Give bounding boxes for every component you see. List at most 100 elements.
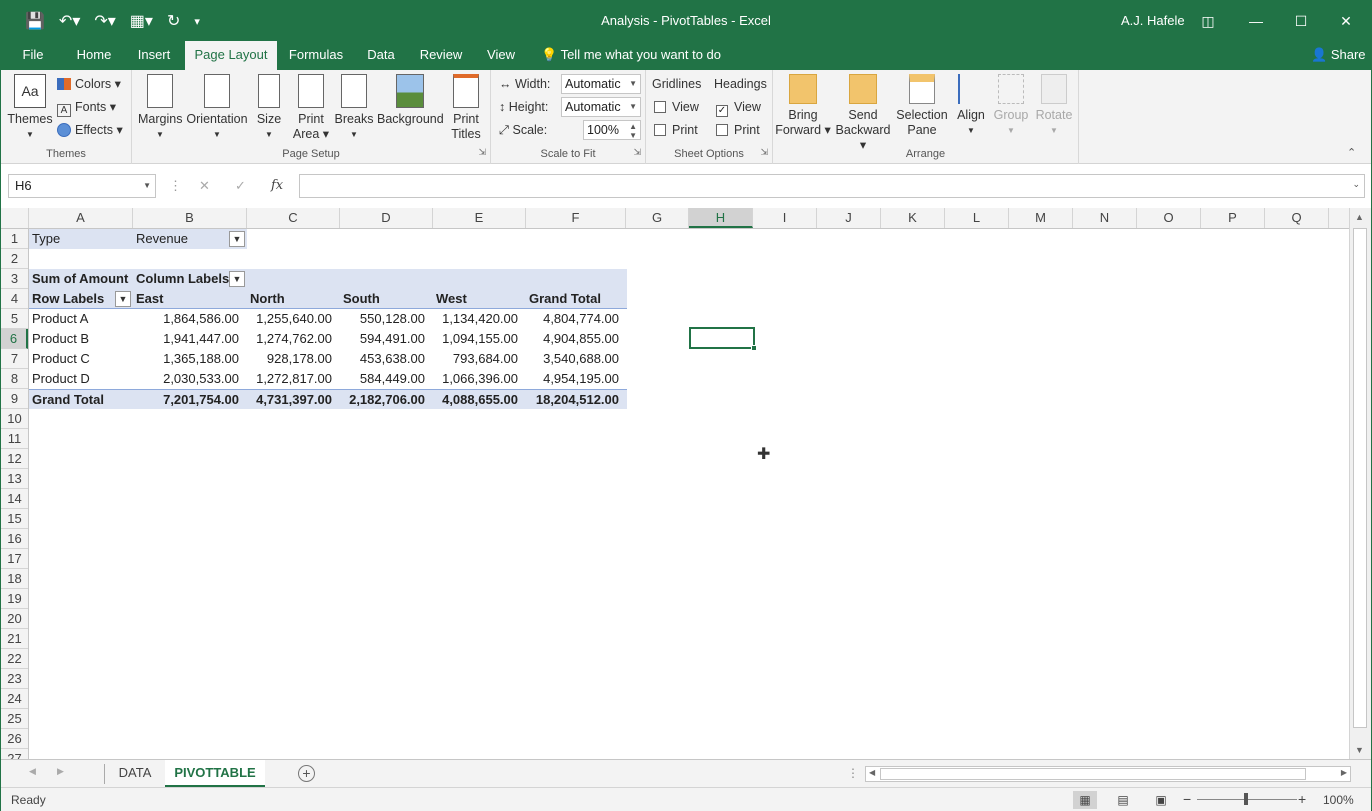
row-header-7[interactable]: 7 — [1, 349, 28, 369]
scroll-right-icon[interactable]: ▶ — [1341, 768, 1347, 777]
height-combo[interactable]: Automatic ▼ — [561, 97, 641, 117]
row-header-1[interactable]: 1 — [1, 229, 28, 249]
pivot-value-cell[interactable]: 1,066,396.00 — [433, 369, 526, 389]
add-sheet-icon[interactable]: + — [298, 765, 315, 782]
horizontal-scrollbar[interactable]: ◀ ▶ — [865, 766, 1351, 782]
pivot-value-cell[interactable]: 1,134,420.00 — [433, 309, 526, 329]
row-header-4[interactable]: 4 — [1, 289, 28, 309]
row-header-24[interactable]: 24 — [1, 689, 28, 709]
pivot-total-cell[interactable]: 4,088,655.00 — [433, 389, 526, 409]
pivot-col-header[interactable]: East — [133, 289, 247, 309]
pivot-values-label[interactable]: Sum of Amount — [29, 269, 133, 289]
column-header-p[interactable]: P — [1201, 208, 1265, 228]
row-header-18[interactable]: 18 — [1, 569, 28, 589]
page-layout-view-icon[interactable]: ▤ — [1111, 791, 1135, 809]
row-header-23[interactable]: 23 — [1, 669, 28, 689]
filter-icon[interactable]: ▼ — [229, 231, 245, 247]
pivot-filter-label[interactable]: Type — [29, 229, 133, 249]
pivot-value-cell[interactable]: 4,804,774.00 — [526, 309, 627, 329]
column-header-j[interactable]: J — [817, 208, 881, 228]
pivot-grand-total-label[interactable]: Grand Total — [29, 389, 133, 409]
page-break-view-icon[interactable]: ▣ — [1149, 791, 1173, 809]
select-all-corner[interactable] — [1, 208, 29, 228]
chevron-down-icon[interactable]: ▼ — [143, 175, 151, 197]
dialog-launcher-icon[interactable]: ⇲ — [478, 147, 486, 158]
worksheet-grid[interactable]: Type Revenue ▼ Sum of Amount Column Labe… — [29, 229, 1349, 759]
zoom-level[interactable]: 100% — [1323, 793, 1354, 807]
row-header-10[interactable]: 10 — [1, 409, 28, 429]
pivot-value-cell[interactable]: 453,638.00 — [340, 349, 433, 369]
tell-me-box[interactable]: 💡 Tell me what you want to do — [541, 41, 721, 70]
print-area-button[interactable]: Print Area ▾ — [292, 74, 330, 142]
column-header-d[interactable]: D — [340, 208, 433, 228]
row-header-26[interactable]: 26 — [1, 729, 28, 749]
maximize-icon[interactable]: ☐ — [1286, 7, 1316, 35]
scroll-up-icon[interactable]: ▲ — [1355, 212, 1364, 222]
zoom-slider-thumb[interactable] — [1244, 793, 1248, 805]
row-header-22[interactable]: 22 — [1, 649, 28, 669]
row-header-19[interactable]: 19 — [1, 589, 28, 609]
background-button[interactable]: Background — [377, 74, 444, 127]
pivot-col-header[interactable]: South — [340, 289, 433, 309]
spinner-arrows-icon[interactable]: ▲ ▼ — [629, 122, 637, 140]
pivot-col-header[interactable]: West — [433, 289, 526, 309]
column-header-c[interactable]: C — [247, 208, 340, 228]
prev-sheet-icon[interactable]: ◀ — [29, 766, 36, 777]
pivot-value-cell[interactable]: 1,941,447.00 — [133, 329, 247, 349]
effects-button[interactable]: Effects ▾ — [57, 120, 123, 140]
pivot-row-label[interactable]: Product D — [29, 369, 133, 389]
dialog-launcher-icon[interactable]: ⇲ — [633, 147, 641, 158]
row-header-15[interactable]: 15 — [1, 509, 28, 529]
share-button[interactable]: 👤 Share — [1311, 41, 1366, 70]
row-header-27[interactable]: 27 — [1, 749, 28, 759]
column-header-h[interactable]: H — [689, 208, 753, 228]
collapse-ribbon-icon[interactable]: ⌃ — [1347, 146, 1356, 159]
pivot-row-label[interactable]: Product C — [29, 349, 133, 369]
scale-spinner[interactable]: 100% ▲ ▼ — [583, 120, 641, 140]
tab-file[interactable]: File — [11, 41, 55, 70]
sheet-tab-pivottable[interactable]: PIVOTTABLE — [165, 760, 265, 787]
row-header-20[interactable]: 20 — [1, 609, 28, 629]
row-header-14[interactable]: 14 — [1, 489, 28, 509]
row-header-9[interactable]: 9 — [1, 389, 28, 409]
column-header-g[interactable]: G — [626, 208, 689, 228]
pivot-value-cell[interactable]: 1,864,586.00 — [133, 309, 247, 329]
column-header-m[interactable]: M — [1009, 208, 1073, 228]
row-header-16[interactable]: 16 — [1, 529, 28, 549]
split-grip-icon[interactable]: ⋮ — [847, 766, 859, 780]
pivot-value-cell[interactable]: 3,540,688.00 — [526, 349, 627, 369]
colors-button[interactable]: Colors ▾ — [57, 74, 121, 94]
expand-formula-icon[interactable]: ⌄ — [1352, 179, 1360, 190]
scroll-left-icon[interactable]: ◀ — [869, 768, 875, 777]
gridlines-print-checkbox[interactable]: Print — [654, 120, 698, 140]
enter-icon[interactable]: ✓ — [235, 178, 246, 194]
row-header-6[interactable]: 6 — [1, 329, 28, 349]
tab-home[interactable]: Home — [69, 41, 119, 70]
column-header-k[interactable]: K — [881, 208, 945, 228]
pivot-value-cell[interactable]: 1,365,188.00 — [133, 349, 247, 369]
pivot-col-header[interactable]: Grand Total — [526, 289, 627, 309]
column-header-a[interactable]: A — [29, 208, 133, 228]
pivot-value-cell[interactable]: 584,449.00 — [340, 369, 433, 389]
pivot-value-cell[interactable]: 594,491.00 — [340, 329, 433, 349]
column-header-n[interactable]: N — [1073, 208, 1137, 228]
size-button[interactable]: Size ▼ — [254, 74, 284, 142]
print-titles-button[interactable]: Print Titles — [446, 74, 486, 142]
row-header-5[interactable]: 5 — [1, 309, 28, 329]
pivot-value-cell[interactable]: 1,255,640.00 — [247, 309, 340, 329]
row-header-12[interactable]: 12 — [1, 449, 28, 469]
zoom-in-icon[interactable]: + — [1298, 791, 1306, 807]
row-header-21[interactable]: 21 — [1, 629, 28, 649]
column-header-b[interactable]: B — [133, 208, 247, 228]
column-header-q[interactable]: Q — [1265, 208, 1329, 228]
pivot-value-cell[interactable]: 793,684.00 — [433, 349, 526, 369]
pivot-value-cell[interactable]: 928,178.00 — [247, 349, 340, 369]
pivot-col-header[interactable]: North — [247, 289, 340, 309]
tab-review[interactable]: Review — [413, 41, 469, 70]
tab-insert[interactable]: Insert — [129, 41, 179, 70]
row-labels-dropdown-icon[interactable]: ▼ — [115, 291, 131, 307]
tab-data[interactable]: Data — [359, 41, 403, 70]
send-backward-button[interactable]: Send Backward ▾ — [833, 74, 893, 153]
fill-handle[interactable] — [751, 345, 757, 351]
width-combo[interactable]: Automatic ▼ — [561, 74, 641, 94]
